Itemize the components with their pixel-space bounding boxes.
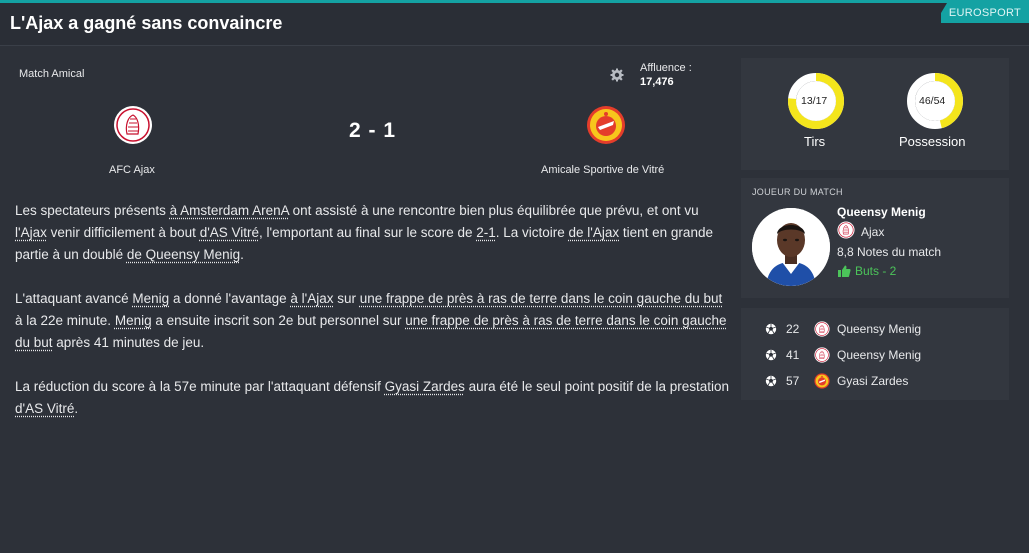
report-text: La réduction du score à la 57e minute pa… bbox=[15, 379, 385, 394]
shots-value: 13/17 bbox=[801, 95, 828, 107]
goal-minute: 57 bbox=[786, 374, 800, 388]
team-link-ajax[interactable]: de l'Ajax bbox=[569, 225, 620, 240]
team-link-ajax[interactable]: à l'Ajax bbox=[290, 291, 333, 306]
player-link-zardes[interactable]: Gyasi Zardes bbox=[385, 379, 465, 394]
report-text: aura été le seul point positif de la pre… bbox=[464, 379, 730, 394]
ajax-crest-icon bbox=[814, 347, 830, 363]
avatar[interactable] bbox=[752, 208, 830, 286]
ajax-crest-icon[interactable] bbox=[113, 105, 153, 145]
ball-icon bbox=[765, 323, 777, 335]
player-link-menig[interactable]: de Queensy Menig bbox=[127, 247, 240, 262]
ball-icon bbox=[765, 349, 777, 361]
report-text: après 41 minutes de jeu. bbox=[52, 335, 205, 350]
potm-name[interactable]: Queensy Menig bbox=[837, 205, 926, 219]
report-paragraph-2: L'attaquant avancé Menig a donné l'avant… bbox=[15, 288, 730, 354]
potm-rating: 8,8 Notes du match bbox=[837, 245, 942, 259]
thumbs-up-icon bbox=[838, 265, 851, 277]
attendance-value: 17,476 bbox=[640, 76, 674, 88]
possession-value: 46/54 bbox=[919, 95, 946, 107]
team-link-ajax[interactable]: l'Ajax bbox=[15, 225, 47, 240]
report-text: sur bbox=[333, 291, 360, 306]
attendance-label: Affluence : bbox=[640, 62, 692, 74]
goal-scorer[interactable]: Queensy Menig bbox=[837, 322, 921, 336]
shots-label: Tirs bbox=[804, 134, 826, 149]
away-team-name[interactable]: Amicale Sportive de Vitré bbox=[541, 164, 664, 176]
match-report: Les spectateurs présents à Amsterdam Are… bbox=[15, 200, 730, 442]
report-text: venir difficilement à bout bbox=[46, 225, 200, 240]
goal-minute: 22 bbox=[786, 322, 800, 336]
vitre-crest-icon[interactable] bbox=[586, 105, 626, 145]
match-summary: Match Amical Affluence : 17,476 2 - 1 AF… bbox=[0, 55, 735, 190]
source-badge: EUROSPORT bbox=[941, 3, 1029, 23]
goal-minute: 41 bbox=[786, 348, 800, 362]
report-text: . bbox=[240, 247, 244, 262]
potm-club[interactable]: Ajax bbox=[861, 225, 884, 239]
possession-label: Possession bbox=[899, 134, 966, 149]
ajax-crest-icon[interactable] bbox=[837, 221, 855, 239]
report-text: ont assisté à une rencontre bien plus éq… bbox=[288, 203, 699, 218]
report-text: à la 22e minute. bbox=[15, 313, 115, 328]
stadium-link[interactable]: à Amsterdam ArenA bbox=[170, 203, 289, 218]
gear-icon[interactable] bbox=[610, 68, 624, 82]
score-link[interactable]: 2-1 bbox=[476, 225, 496, 240]
goal-row[interactable]: 57 Gyasi Zardes bbox=[741, 370, 1009, 392]
match-score: 2 - 1 bbox=[349, 119, 397, 142]
header-divider bbox=[0, 45, 1029, 46]
vitre-crest-icon bbox=[814, 373, 830, 389]
goal-scorer[interactable]: Queensy Menig bbox=[837, 348, 921, 362]
report-paragraph-3: La réduction du score à la 57e minute pa… bbox=[15, 376, 730, 420]
goal-row[interactable]: 22 Queensy Menig bbox=[741, 318, 1009, 340]
goal-link-22[interactable]: une frappe de près à ras de terre dans l… bbox=[360, 291, 723, 306]
news-header: L'Ajax a gagné sans convaincre EUROSPORT bbox=[0, 3, 1029, 45]
ajax-crest-icon bbox=[814, 321, 830, 337]
player-link-menig[interactable]: Menig bbox=[115, 313, 152, 328]
page-title: L'Ajax a gagné sans convaincre bbox=[10, 13, 283, 33]
player-portrait-icon bbox=[752, 208, 830, 286]
report-text: . La victoire bbox=[495, 225, 569, 240]
player-of-match-panel: JOUEUR DU MATCH Queensy Menig Ajax 8,8 N… bbox=[741, 178, 1009, 298]
home-team-name[interactable]: AFC Ajax bbox=[109, 164, 155, 176]
goals-panel: 22 Queensy Menig 41 Queensy Menig 57 Gya… bbox=[741, 308, 1009, 400]
player-link-menig[interactable]: Menig bbox=[132, 291, 169, 306]
competition-label: Match Amical bbox=[19, 68, 85, 80]
report-paragraph-1: Les spectateurs présents à Amsterdam Are… bbox=[15, 200, 730, 266]
report-text: , l'emportant au final sur le score de bbox=[259, 225, 477, 240]
match-stats-panel: 13/17 Tirs 46/54 Possession bbox=[741, 58, 1009, 170]
team-link-vitre[interactable]: d'AS Vitré bbox=[200, 225, 259, 240]
report-text: a donné l'avantage bbox=[169, 291, 291, 306]
potm-heading: JOUEUR DU MATCH bbox=[752, 187, 843, 197]
report-text: . bbox=[74, 401, 79, 416]
ball-icon bbox=[765, 375, 777, 387]
goal-scorer[interactable]: Gyasi Zardes bbox=[837, 374, 908, 388]
report-text: a ensuite inscrit son 2e but personnel s… bbox=[151, 313, 406, 328]
potm-goals: Buts - 2 bbox=[855, 264, 897, 278]
report-text: Les spectateurs présents bbox=[15, 203, 170, 218]
goal-row[interactable]: 41 Queensy Menig bbox=[741, 344, 1009, 366]
report-text: L'attaquant avancé bbox=[15, 291, 133, 306]
team-link-vitre[interactable]: d'AS Vitré bbox=[15, 401, 74, 416]
